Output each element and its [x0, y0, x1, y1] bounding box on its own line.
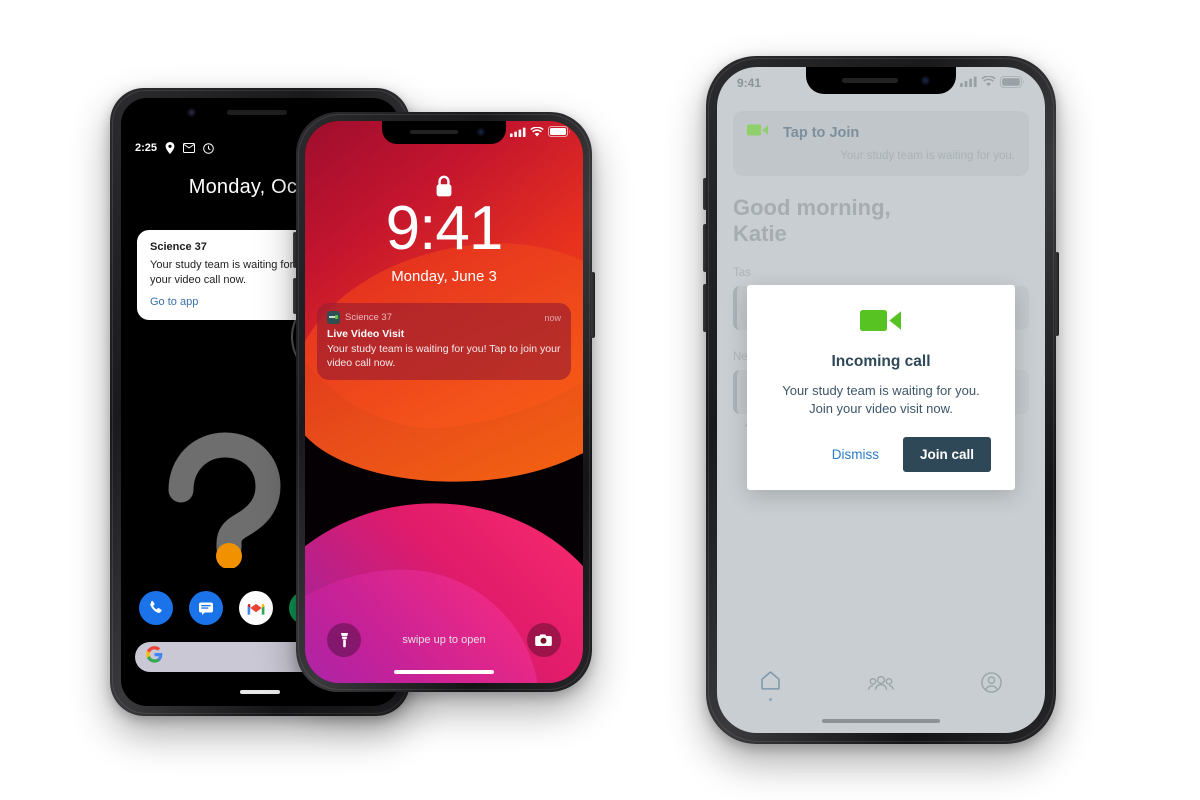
tab-home[interactable] — [760, 670, 781, 701]
iphone-lockscreen-mockup: 9:41 Monday, June 3 Science 37 now Live … — [293, 112, 595, 692]
gmail-icon — [183, 143, 196, 153]
iphone-lock-date: Monday, June 3 — [391, 268, 497, 285]
wallpaper-question-mark — [163, 428, 293, 569]
modal-icon-wrap — [771, 307, 991, 339]
iphone-app-home-indicator[interactable] — [822, 719, 940, 723]
tasks-section-label: Tas — [733, 267, 751, 280]
iphone-lock-status-bar — [317, 126, 571, 140]
modal-body: Your study team is waiting for you. Join… — [782, 383, 980, 417]
ios-notification-timestamp: now — [544, 312, 561, 323]
gmail-icon[interactable] — [239, 591, 273, 625]
account-icon — [980, 672, 1002, 698]
dismiss-button[interactable]: Dismiss — [824, 441, 887, 468]
wifi-icon — [981, 75, 996, 90]
modal-title: Incoming call — [831, 353, 931, 370]
iphone-lock-home-indicator[interactable] — [394, 670, 494, 674]
iphone-app-power-button[interactable] — [1055, 252, 1059, 336]
video-camera-icon — [860, 310, 902, 338]
battery-icon — [1000, 75, 1025, 91]
status-icons-group — [960, 75, 1025, 91]
tab-account[interactable] — [980, 672, 1002, 698]
iphone-lock-volume-down-button[interactable] — [293, 278, 297, 314]
signal-icon — [960, 76, 977, 90]
iphone-app-status-bar: 9:41 — [717, 75, 1045, 91]
android-home-indicator[interactable] — [240, 690, 280, 694]
iphone-app-mockup: 9:41 Tap to Join Your study team is wait… — [703, 56, 1059, 744]
swipe-up-hint: swipe up to open — [402, 634, 486, 646]
greeting-heading: Good morning, Katie — [733, 195, 891, 246]
bottom-tab-bar — [717, 663, 1045, 707]
ios-notification-header: Science 37 now — [327, 311, 561, 324]
messages-icon[interactable] — [189, 591, 223, 625]
camera-icon[interactable] — [526, 623, 561, 657]
signal-icon — [510, 124, 526, 142]
ios-notification-body: Your study team is waiting for you! Tap … — [327, 343, 561, 370]
iphone-lock-time: 9:41 — [385, 194, 504, 263]
ios-notification-title: Live Video Visit — [327, 328, 405, 340]
iphone-lock-power-button[interactable] — [591, 272, 595, 338]
tap-to-join-title: Tap to Join — [783, 124, 860, 141]
home-icon — [760, 670, 781, 695]
iphone-app-volume-up-button[interactable] — [703, 224, 707, 272]
android-front-camera — [187, 108, 196, 117]
android-status-time: 2:25 — [135, 142, 158, 154]
iphone-lock-volume-up-button[interactable] — [293, 232, 297, 268]
incoming-call-dialog: Incoming call Your study team is waiting… — [747, 285, 1015, 490]
iphone-lock-screen: 9:41 Monday, June 3 Science 37 now Live … — [305, 121, 583, 683]
flashlight-icon[interactable] — [327, 623, 361, 657]
join-call-button[interactable]: Join call — [902, 436, 991, 472]
iphone-app-screen: 9:41 Tap to Join Your study team is wait… — [717, 67, 1045, 733]
modal-actions: Dismiss Join call — [771, 436, 991, 472]
wifi-icon — [530, 124, 544, 142]
iphone-app-mute-switch[interactable] — [703, 178, 707, 210]
tab-team[interactable] — [868, 675, 894, 696]
ios-lock-bottom-bar: swipe up to open — [305, 623, 583, 657]
battery-icon — [548, 124, 571, 142]
phone-icon[interactable] — [139, 591, 173, 625]
tap-to-join-subtitle: Your study team is waiting for you. — [840, 150, 1015, 162]
mockup-canvas: 2:25 Monday, Oct 14 Science 37 Your stud… — [0, 0, 1200, 800]
tap-to-join-card[interactable]: Tap to Join Your study team is waiting f… — [733, 111, 1029, 176]
science37-app-icon — [327, 311, 340, 324]
google-g-icon — [146, 646, 163, 668]
clock-icon — [203, 142, 214, 154]
video-camera-icon — [747, 123, 769, 142]
iphone-app-volume-down-button[interactable] — [703, 284, 707, 332]
team-icon — [868, 675, 894, 696]
iphone-app-status-time: 9:41 — [737, 76, 762, 90]
ios-notification-app: Science 37 — [345, 312, 393, 323]
android-earpiece — [227, 110, 287, 115]
ios-notification-banner[interactable]: Science 37 now Live Video Visit Your stu… — [317, 303, 571, 381]
tap-to-join-row: Tap to Join — [747, 123, 1015, 142]
tab-active-indicator — [769, 697, 773, 701]
location-icon — [165, 142, 175, 154]
